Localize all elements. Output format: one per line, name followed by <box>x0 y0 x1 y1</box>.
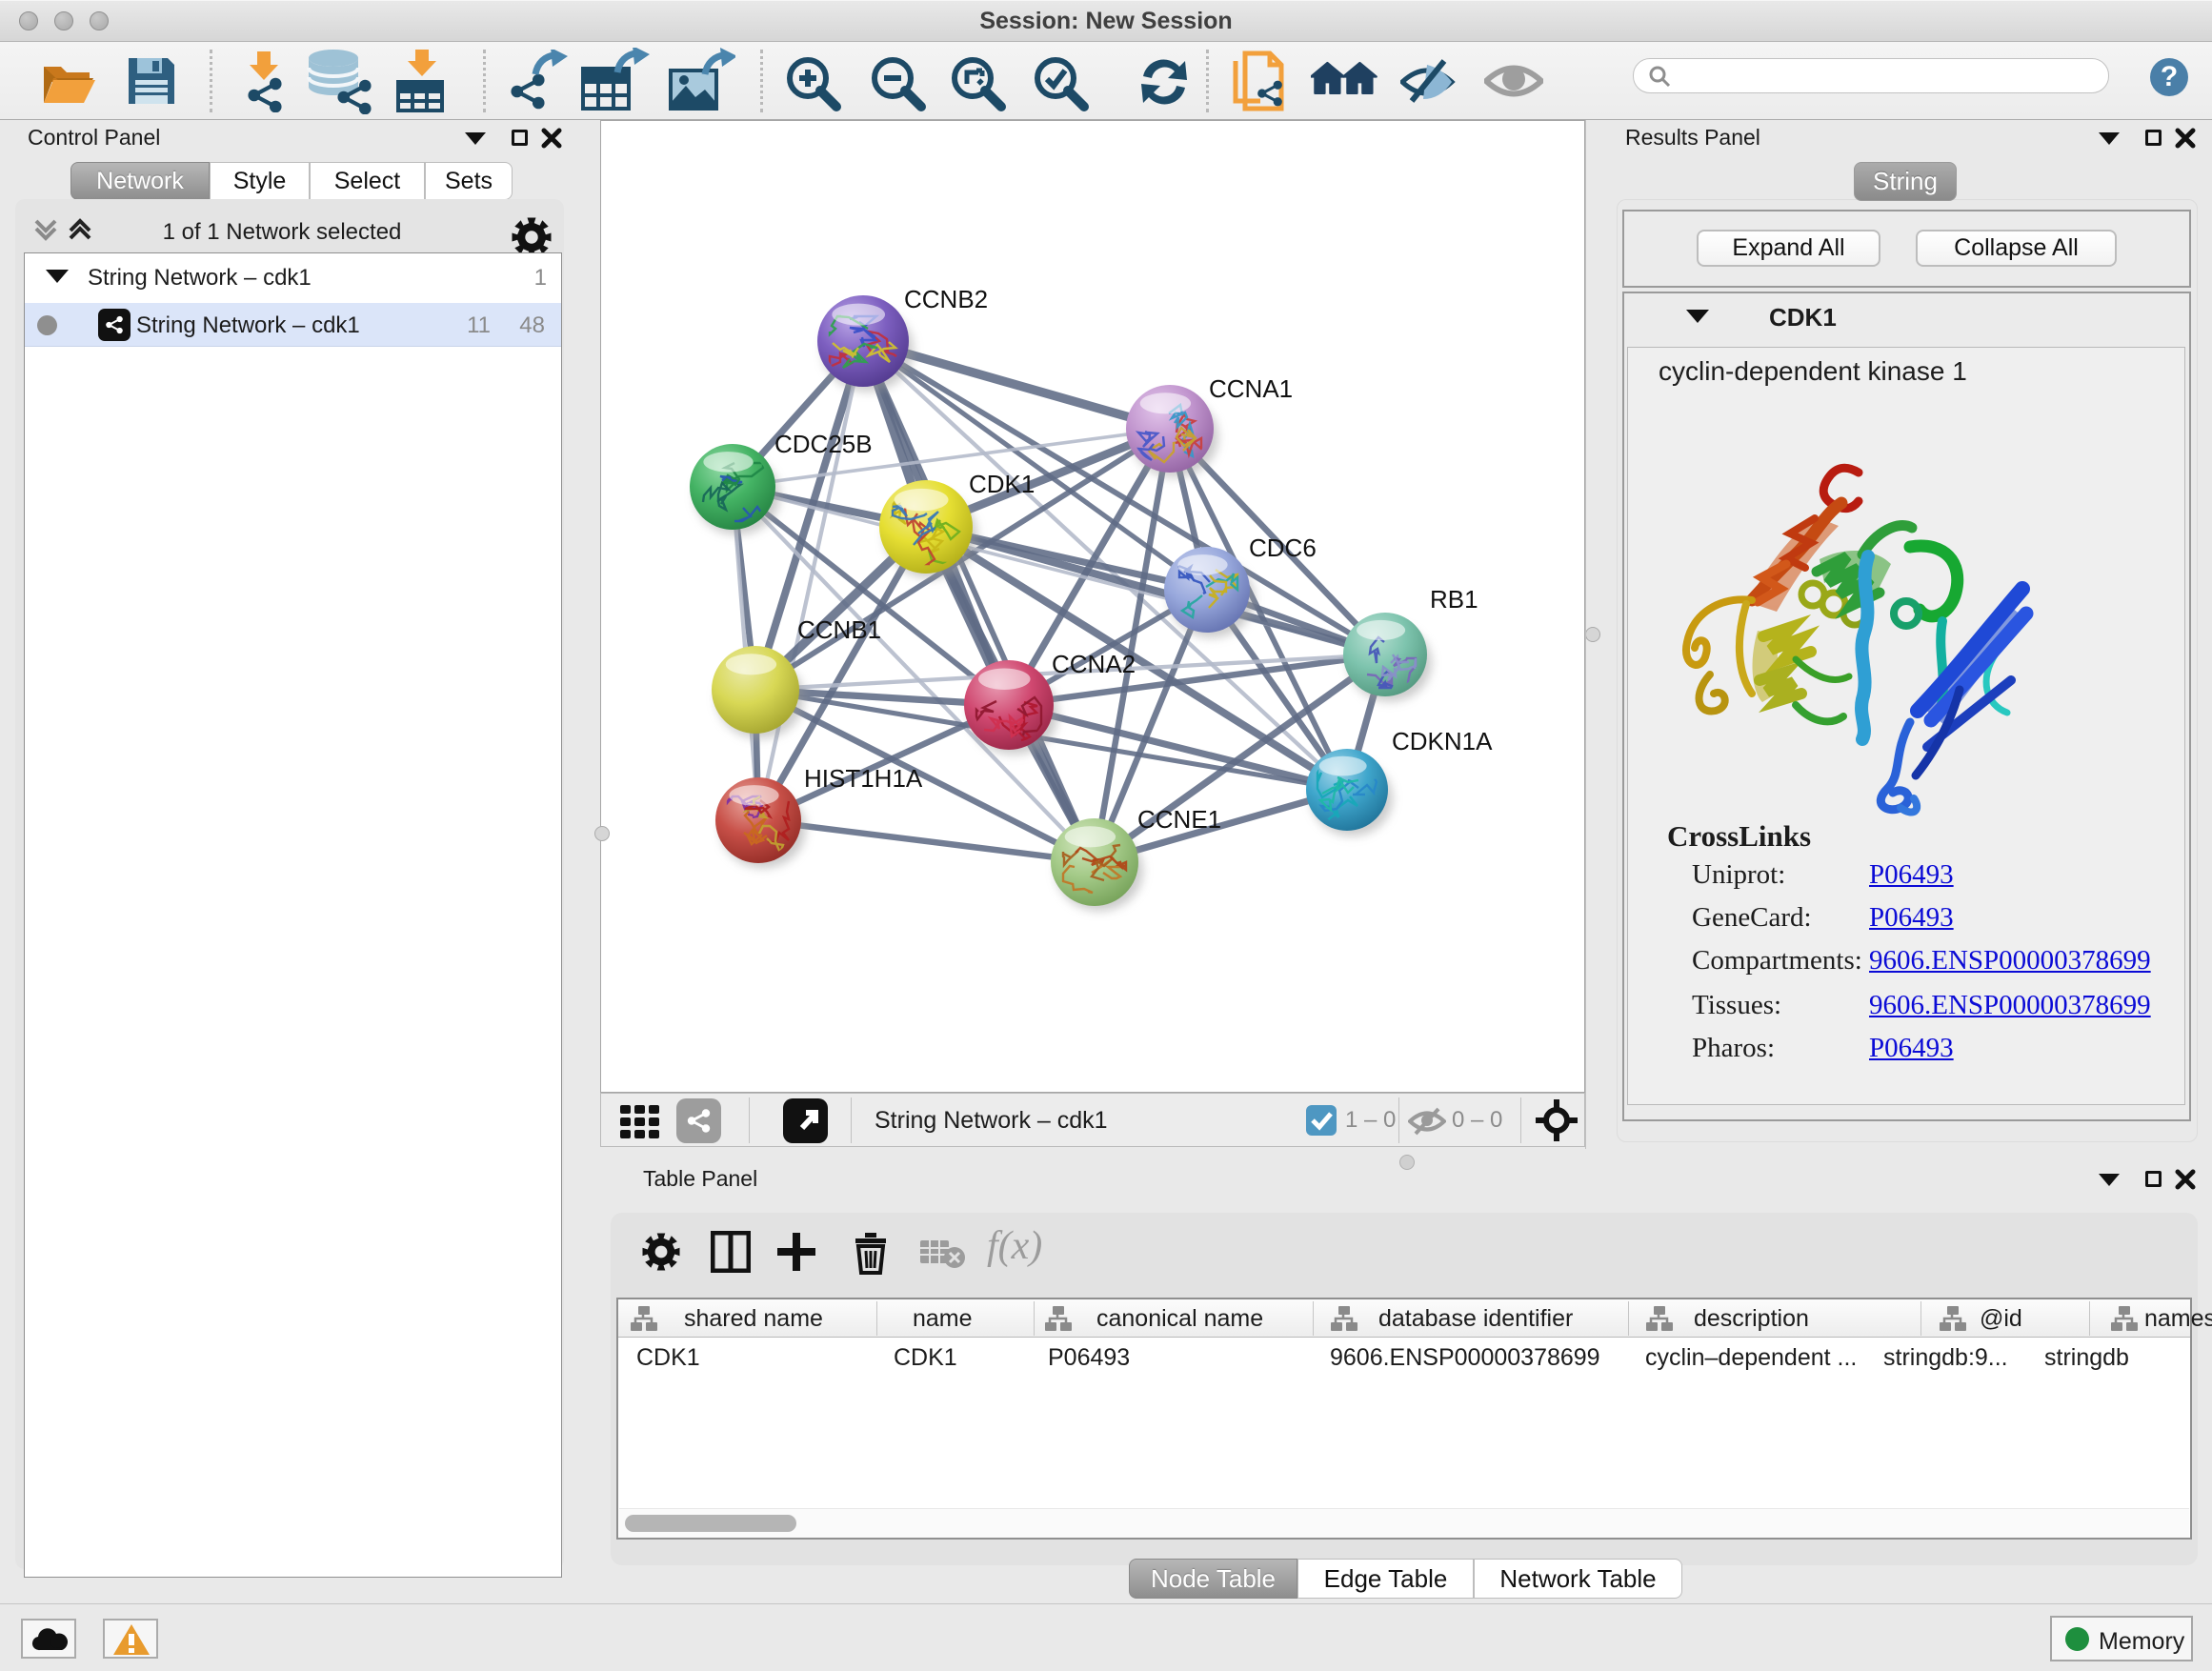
svg-text:CCNA1: CCNA1 <box>1209 374 1293 403</box>
svg-text:CDKN1A: CDKN1A <box>1392 727 1493 755</box>
svg-text:CDC25B: CDC25B <box>774 430 873 458</box>
svg-text:CCNB1: CCNB1 <box>797 615 881 644</box>
svg-text:CCNA2: CCNA2 <box>1052 650 1136 678</box>
svg-text:?: ? <box>2161 61 2178 92</box>
svg-text:CDC6: CDC6 <box>1249 534 1317 562</box>
svg-text:CCNE1: CCNE1 <box>1137 805 1221 834</box>
svg-text:CCNB2: CCNB2 <box>904 285 988 313</box>
svg-text:RB1: RB1 <box>1430 585 1478 614</box>
svg-text:CDK1: CDK1 <box>969 470 1035 498</box>
svg-text:HIST1H1A: HIST1H1A <box>804 764 923 793</box>
